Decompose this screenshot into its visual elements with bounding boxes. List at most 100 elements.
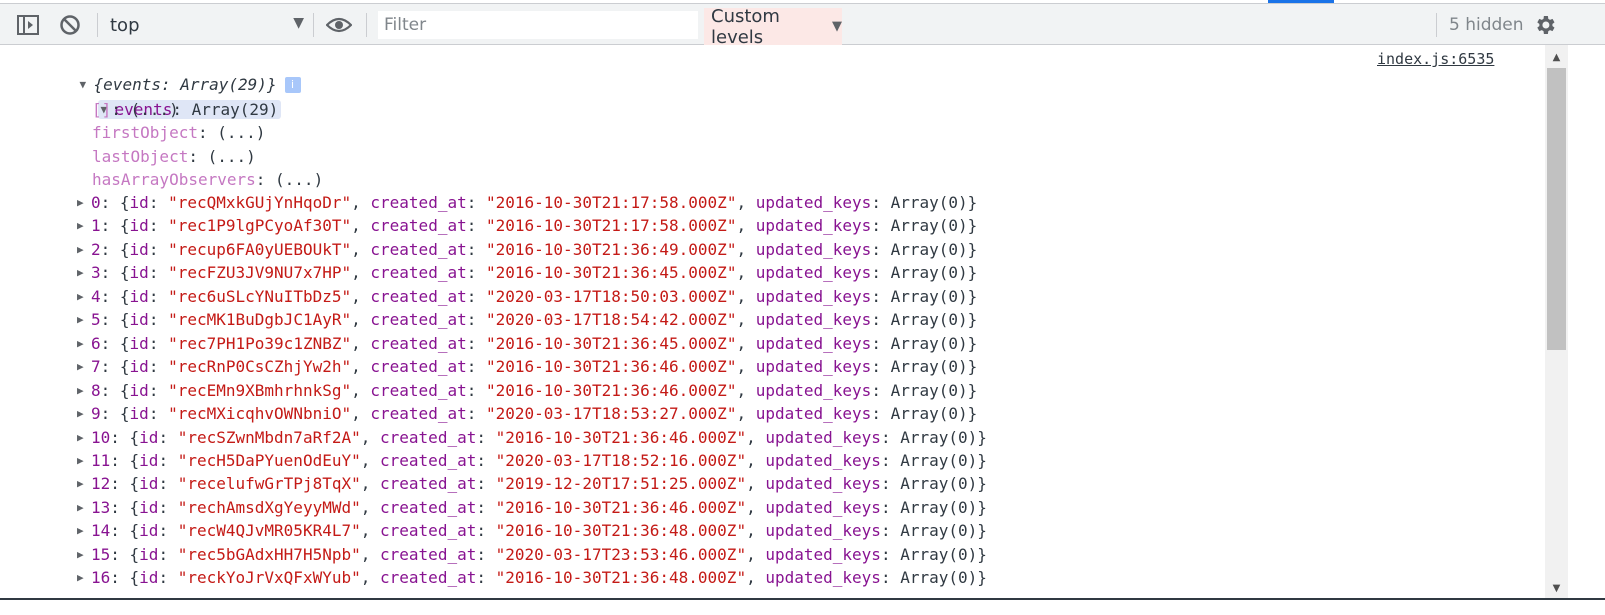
field-key-id: id <box>139 544 159 564</box>
expand-arrow-icon[interactable]: ▶ <box>77 402 91 425</box>
field-key-updated-keys: updated_keys <box>755 239 872 259</box>
array-meta-property[interactable]: hasArrayObservers: (...) <box>92 168 323 191</box>
array-entry-row[interactable]: ▶ 11: {id: "recH5DaPYuenOdEuY", created_a… <box>77 449 987 472</box>
field-key-created-at: created_at <box>370 239 467 259</box>
source-link[interactable]: index.js:6535 <box>1377 50 1494 68</box>
entry-updated-keys: Array(0) <box>900 568 978 588</box>
vertical-scrollbar[interactable]: ▲ ▼ <box>1545 45 1568 600</box>
scroll-down-arrow-icon[interactable]: ▼ <box>1545 578 1568 598</box>
console-settings-button[interactable] <box>1532 12 1558 38</box>
live-expression-button[interactable] <box>326 12 352 38</box>
entry-index: 8 <box>91 380 101 400</box>
entry-created-at: 2016-10-30T21:36:49.000Z <box>495 239 727 259</box>
expand-arrow-icon[interactable]: ▶ <box>77 238 91 261</box>
entry-updated-keys: Array(0) <box>890 263 968 283</box>
context-select[interactable]: top ▼ <box>110 12 310 38</box>
entry-updated-keys: Array(0) <box>900 474 978 494</box>
expand-arrow-icon[interactable]: ▶ <box>77 214 91 237</box>
field-separator: , <box>736 333 756 353</box>
field-separator: , <box>746 497 766 517</box>
entry-id: recelufwGrTPj8TqX <box>187 474 352 494</box>
expand-arrow-icon[interactable]: ▶ <box>77 449 91 472</box>
field-key-id: id <box>139 450 159 470</box>
hidden-messages-count: 5 hidden <box>1449 15 1524 35</box>
field-separator: , <box>351 404 371 424</box>
field-key-id: id <box>129 380 149 400</box>
field-separator: , <box>736 357 756 377</box>
entry-id: recFZU3JV9NU7x7HP <box>177 263 342 283</box>
clear-console-button[interactable] <box>57 12 83 38</box>
scroll-up-arrow-icon[interactable]: ▲ <box>1545 47 1568 67</box>
array-entry-row[interactable]: ▶ 12: {id: "recelufwGrTPj8TqX", created_a… <box>77 472 987 495</box>
filter-input[interactable] <box>378 11 698 39</box>
field-separator: , <box>746 427 766 447</box>
array-entry-row[interactable]: ▶ 2: {id: "recup6FA0yUEBOUkT", created_at… <box>77 238 977 261</box>
expand-arrow-icon[interactable]: ▶ <box>77 519 91 542</box>
array-entry-row[interactable]: ▶ 10: {id: "recSZwnMbdn7aRf2A", created_a… <box>77 426 987 449</box>
field-separator: , <box>351 333 371 353</box>
entry-updated-keys: Array(0) <box>890 380 968 400</box>
array-meta-property[interactable]: []: (...) <box>92 98 179 121</box>
entry-created-at: 2016-10-30T21:36:48.000Z <box>505 568 737 588</box>
array-meta-property[interactable]: lastObject: (...) <box>92 145 256 168</box>
console-output: index.js:6535 ▼ {events: Array(29)} i ▼ eve… <box>0 45 1545 615</box>
object-summary-row[interactable]: ▼ {events: Array(29)} i <box>41 50 301 94</box>
expand-arrow-icon[interactable]: ▶ <box>77 285 91 308</box>
array-entry-row[interactable]: ▶ 6: {id: "rec7PH1Po39c1ZNBZ", created_at… <box>77 332 977 355</box>
field-separator: , <box>360 427 381 447</box>
sidebar-toggle-button[interactable] <box>15 12 41 38</box>
property-value[interactable]: (...) <box>131 100 179 119</box>
array-entry-row[interactable]: ▶ 5: {id: "recMK1BuDgbJC1AyR", created_at… <box>77 308 977 331</box>
field-key-created-at: created_at <box>370 193 467 212</box>
array-entry-row[interactable]: ▶ 9: {id: "recMXicqhvOWNbniO", created_at… <box>77 402 977 425</box>
array-entry-row[interactable]: ▶ 13: {id: "rechAmsdXgYeyyMWd", created_a… <box>77 496 987 519</box>
array-entry-row[interactable]: ▶ 7: {id: "recRnP0CsCZhjYw2h", created_at… <box>77 355 977 378</box>
events-property-row[interactable]: ▼ events: Array(29) <box>59 75 282 119</box>
entry-created-at: 2016-10-30T21:36:46.000Z <box>505 427 737 447</box>
eye-icon <box>326 17 352 33</box>
field-separator: , <box>736 310 756 330</box>
array-entry-row[interactable]: ▶ 14: {id: "recW4QJvMR05KR4L7", created_a… <box>77 519 987 542</box>
array-entry-row[interactable]: ▶ 4: {id: "rec6uSLcYNuITbDz5", created_at… <box>77 285 977 308</box>
property-value[interactable]: (...) <box>275 170 323 189</box>
entry-updated-keys: Array(0) <box>890 404 968 424</box>
expand-arrow-icon[interactable]: ▶ <box>77 191 91 214</box>
field-separator: , <box>736 193 756 212</box>
entry-created-at: 2016-10-30T21:36:46.000Z <box>495 380 727 400</box>
entry-id: recW4QJvMR05KR4L7 <box>187 521 352 541</box>
array-entry-row[interactable]: ▶ 1: {id: "rec1P9lgPCyoAf30T", created_at… <box>77 214 977 237</box>
entry-id: reckYoJrVxQFxWYub <box>187 568 352 588</box>
field-key-created-at: created_at <box>370 357 467 377</box>
property-value[interactable]: (...) <box>208 147 256 166</box>
array-entry-row[interactable]: ▶ 15: {id: "rec5bGAdxHH7H5Npb", created_a… <box>77 543 987 566</box>
array-entry-row[interactable]: ▶ 0: {id: "recQMxkGUjYnHqoDr", created_at… <box>77 191 977 214</box>
property-value[interactable]: (...) <box>217 123 265 142</box>
field-key-updated-keys: updated_keys <box>755 380 872 400</box>
array-entry-row[interactable]: ▶ 16: {id: "reckYoJrVxQFxWYub", created_a… <box>77 566 987 589</box>
expand-arrow-icon[interactable]: ▶ <box>77 308 91 331</box>
field-key-updated-keys: updated_keys <box>765 474 881 494</box>
expand-arrow-icon[interactable]: ▶ <box>77 379 91 402</box>
field-separator: , <box>351 380 371 400</box>
expand-arrow-icon[interactable]: ▶ <box>77 355 91 378</box>
field-key-created-at: created_at <box>370 404 467 424</box>
array-entry-row[interactable]: ▶ 3: {id: "recFZU3JV9NU7x7HP", created_at… <box>77 261 977 284</box>
log-levels-dropdown[interactable]: Custom levels ▼ <box>704 6 842 48</box>
expand-arrow-icon[interactable]: ▶ <box>77 496 91 519</box>
info-icon[interactable]: i <box>284 77 301 93</box>
expand-arrow-icon[interactable]: ▶ <box>77 332 91 355</box>
expand-arrow-icon[interactable]: ▶ <box>77 566 91 589</box>
array-meta-property[interactable]: firstObject: (...) <box>92 121 265 144</box>
field-key-updated-keys: updated_keys <box>755 310 872 330</box>
scrollbar-thumb[interactable] <box>1547 68 1566 350</box>
entry-updated-keys: Array(0) <box>900 497 978 517</box>
entry-updated-keys: Array(0) <box>890 216 968 236</box>
divider <box>366 13 367 37</box>
dropdown-arrow-icon: ▼ <box>293 15 304 31</box>
array-entry-row[interactable]: ▶ 8: {id: "recEMn9XBmhrhnkSg", created_at… <box>77 379 977 402</box>
expand-arrow-icon[interactable]: ▶ <box>77 261 91 284</box>
expand-arrow-icon[interactable]: ▶ <box>77 543 91 566</box>
expand-arrow-icon[interactable]: ▶ <box>77 472 91 495</box>
expand-arrow-icon[interactable]: ▶ <box>77 426 91 449</box>
entry-created-at: 2019-12-20T17:51:25.000Z <box>505 474 737 494</box>
